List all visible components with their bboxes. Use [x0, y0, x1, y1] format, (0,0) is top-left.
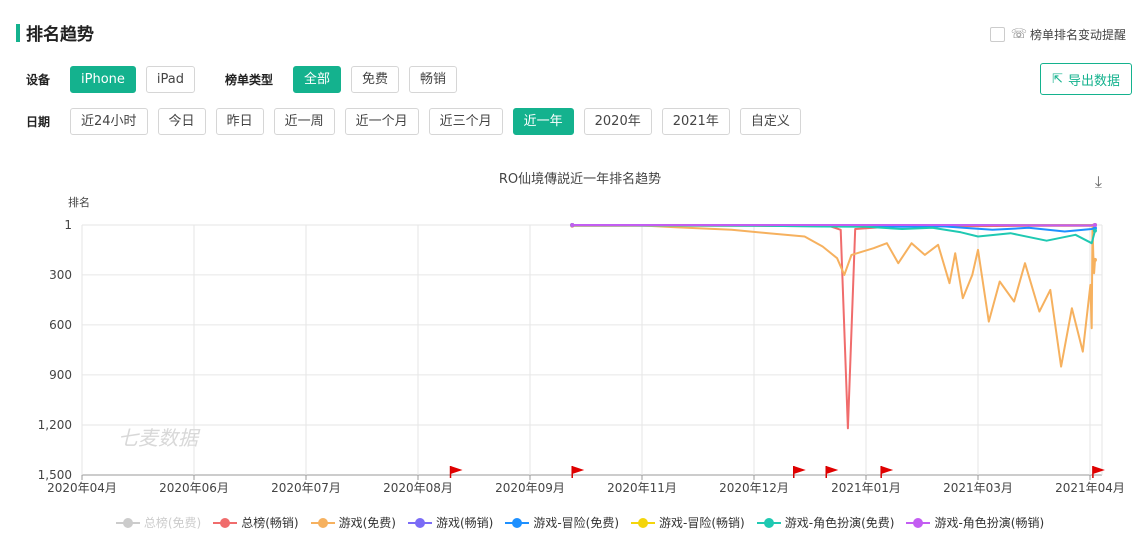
series-line-2: [572, 224, 1096, 368]
legend-label: 总榜(畅销): [241, 516, 299, 530]
legend-label: 游戏-角色扮演(免费): [784, 516, 895, 530]
y-tick-label: 900: [49, 368, 72, 382]
legend-marker: [913, 517, 924, 528]
legend-marker: [512, 517, 523, 528]
flag-icon: [450, 466, 463, 474]
chart-legend: 总榜(免费) 总榜(畅销) 游戏(免费) 游戏(畅销) 游戏-冒险(免费) 游戏-冒险(畅…: [0, 514, 1146, 531]
series-point: [570, 223, 575, 227]
legend-item-3[interactable]: 游戏(畅销): [407, 514, 494, 531]
legend-marker: [122, 517, 133, 528]
y-tick-label: 600: [49, 318, 72, 332]
legend-swatch: [756, 517, 781, 528]
legend-label: 游戏-角色扮演(畅销): [934, 516, 1045, 530]
legend-marker: [414, 517, 425, 528]
watermark: 七麦数据: [118, 426, 201, 450]
legend-label: 游戏(免费): [338, 516, 396, 530]
legend-item-2[interactable]: 游戏(免费): [310, 514, 396, 531]
x-tick-label: 2021年01月: [831, 481, 901, 495]
flag-icon: [1092, 466, 1105, 474]
legend-swatch: [407, 517, 432, 528]
legend-marker: [638, 517, 649, 528]
rank-trend-chart: 1 300 600 900 1,200 1,500 排名 2020年04月 2020年06月 20…: [38, 195, 1125, 495]
x-tick-label: 2021年04月: [1055, 481, 1125, 495]
x-tick-label: 2020年07月: [271, 481, 341, 495]
series-point: [1092, 257, 1097, 262]
legend-swatch: [310, 517, 335, 528]
legend-item-1[interactable]: 总榜(畅销): [213, 514, 299, 531]
y-axis-label: 排名: [68, 195, 90, 209]
series-point: [1092, 223, 1097, 227]
flag-icon: [826, 466, 839, 474]
legend-swatch: [213, 517, 238, 528]
legend-label: 游戏-冒险(畅销): [659, 516, 745, 530]
x-tick-label: 2020年04月: [47, 481, 117, 495]
legend-item-6[interactable]: 游戏-角色扮演(免费): [756, 514, 895, 531]
y-tick-label: 1,200: [38, 418, 72, 432]
legend-marker: [220, 517, 231, 528]
legend-item-4[interactable]: 游戏-冒险(免费): [505, 514, 619, 531]
x-tick-label: 2020年06月: [159, 481, 229, 495]
legend-swatch: [631, 517, 656, 528]
legend-label: 总榜(免费): [143, 516, 202, 530]
legend-label: 游戏-冒险(免费): [533, 516, 620, 530]
flag-icon: [793, 466, 806, 474]
x-tick-label: 2020年12月: [719, 481, 789, 495]
x-tick-label: 2020年09月: [495, 481, 565, 495]
flag-icon: [572, 466, 585, 474]
x-tick-label: 2021年03月: [943, 481, 1013, 495]
y-tick-label: 1: [64, 218, 72, 232]
x-tick-label: 2020年11月: [607, 481, 677, 495]
series-point: [1092, 228, 1097, 233]
legend-item-5[interactable]: 游戏-冒险(畅销): [631, 514, 745, 531]
legend-swatch: [906, 517, 931, 528]
flag-icon: [881, 466, 894, 474]
y-tick-label: 300: [49, 268, 72, 282]
legend-swatch: [115, 517, 140, 528]
legend-label: 游戏(畅销): [435, 516, 494, 530]
x-tick-label: 2020年08月: [383, 481, 453, 495]
legend-item-0[interactable]: 总榜(免费): [115, 514, 202, 531]
legend-marker: [317, 517, 328, 528]
legend-item-7[interactable]: 游戏-角色扮演(畅销): [906, 514, 1044, 531]
y-tick-label: 1,500: [38, 468, 72, 482]
legend-marker: [763, 517, 774, 528]
legend-swatch: [505, 517, 530, 528]
